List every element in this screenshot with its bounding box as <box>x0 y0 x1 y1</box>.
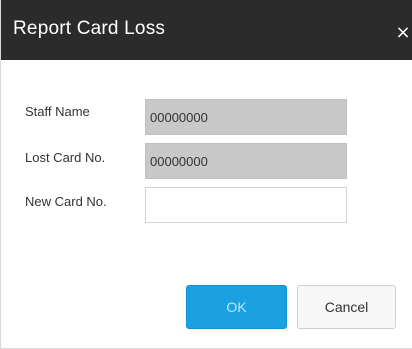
dialog-title: Report Card Loss <box>13 18 166 39</box>
lost-card-no-label: Lost Card No. <box>25 150 106 165</box>
ok-button[interactable]: OK <box>186 285 287 329</box>
report-card-loss-dialog: Report Card Loss × Staff Name Lost Card … <box>0 0 412 349</box>
staff-name-field <box>145 99 347 135</box>
lost-card-no-field <box>145 143 347 179</box>
close-icon[interactable]: × <box>395 23 411 43</box>
staff-name-label: Staff Name <box>25 104 90 119</box>
dialog-titlebar: Report Card Loss × <box>1 0 412 60</box>
new-card-no-input[interactable] <box>145 187 347 223</box>
new-card-no-label: New Card No. <box>25 194 107 209</box>
cancel-button[interactable]: Cancel <box>297 285 396 329</box>
